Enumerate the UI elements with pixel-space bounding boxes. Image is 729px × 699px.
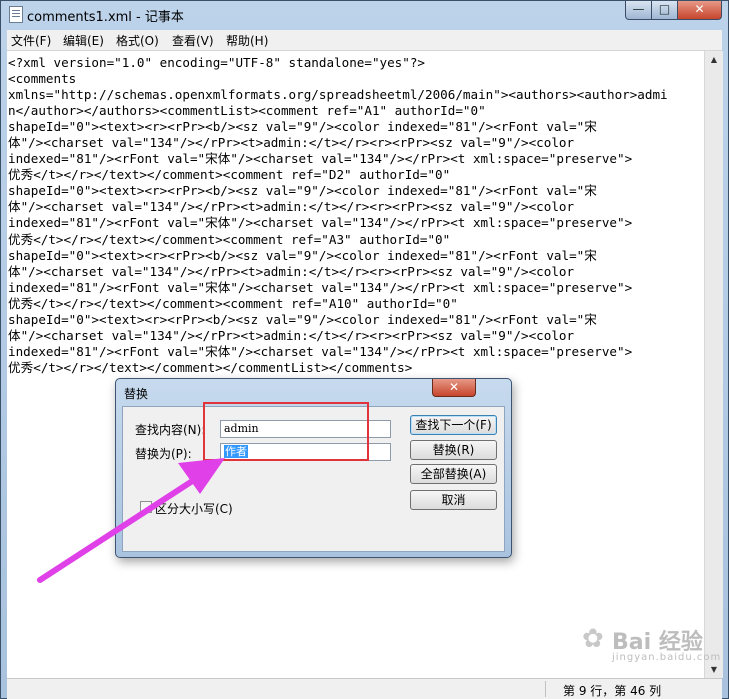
notepad-icon bbox=[9, 6, 23, 23]
minimize-button[interactable]: — bbox=[625, 1, 652, 20]
replace-all-button[interactable]: 全部替换(A) bbox=[410, 464, 497, 484]
editor-line: 优秀</t></r></text></comment><comment ref=… bbox=[8, 231, 451, 247]
text-editor[interactable]: <?xml version="1.0" encoding="UTF-8" sta… bbox=[7, 51, 704, 678]
editor-line: xmlns="http://schemas.openxmlformats.org… bbox=[8, 87, 668, 103]
editor-line: indexed="81"/><rFont val="宋体"/><charset … bbox=[8, 151, 633, 167]
find-next-button[interactable]: 查找下一个(F) bbox=[410, 415, 497, 435]
match-case-label: 区分大小写(C) bbox=[155, 502, 233, 516]
status-bar: 第 9 行，第 46 列 bbox=[7, 678, 722, 699]
editor-line: 体"/><charset val="134"/></rPr><t>admin:<… bbox=[8, 135, 575, 151]
editor-line: shapeId="0"><text><r><rPr><b/><sz val="9… bbox=[8, 183, 597, 199]
editor-line: <?xml version="1.0" encoding="UTF-8" sta… bbox=[8, 55, 426, 70]
editor-line: shapeId="0"><text><r><rPr><b/><sz val="9… bbox=[8, 311, 597, 327]
watermark-sub: jingyan.baidu.com bbox=[612, 652, 722, 663]
menu-bar: 文件(F) 编辑(E) 格式(O) 查看(V) 帮助(H) bbox=[7, 30, 722, 51]
editor-line: 优秀</t></r></text></comment></commentList… bbox=[8, 359, 413, 375]
editor-line: <comments bbox=[8, 71, 77, 87]
menu-view[interactable]: 查看(V) bbox=[172, 32, 214, 49]
menu-format[interactable]: 格式(O) bbox=[116, 32, 159, 49]
find-label: 查找内容(N): bbox=[135, 423, 206, 437]
replace-button[interactable]: 替换(R) bbox=[410, 440, 497, 460]
highlight-box bbox=[203, 402, 369, 461]
maximize-button[interactable]: □ bbox=[651, 1, 678, 20]
cancel-button[interactable]: 取消 bbox=[410, 490, 497, 510]
editor-line: 体"/><charset val="134"/></rPr><t>admin:<… bbox=[8, 327, 575, 343]
dialog-close-button[interactable]: ✕ bbox=[432, 379, 476, 397]
menu-edit[interactable]: 编辑(E) bbox=[63, 32, 104, 49]
status-divider bbox=[545, 681, 546, 697]
editor-line: 体"/><charset val="134"/></rPr><t>admin:<… bbox=[8, 263, 575, 279]
editor-line: 优秀</t></r></text></comment><comment ref=… bbox=[8, 295, 458, 311]
match-case-checkbox[interactable] bbox=[140, 501, 152, 513]
baidu-watermark: ✿ Bai 经验 jingyan.baidu.com bbox=[582, 622, 720, 670]
editor-line: shapeId="0"><text><r><rPr><b/><sz val="9… bbox=[8, 247, 597, 263]
editor-line: indexed="81"/><rFont val="宋体"/><charset … bbox=[8, 215, 633, 231]
notepad-window: comments1.xml - 记事本 — □ ✕ 文件(F) 编辑(E) 格式… bbox=[0, 0, 729, 699]
cursor-position: 第 9 行，第 46 列 bbox=[563, 684, 662, 698]
window-title: comments1.xml - 记事本 bbox=[27, 10, 184, 25]
menu-file[interactable]: 文件(F) bbox=[11, 32, 51, 49]
close-button[interactable]: ✕ bbox=[677, 1, 722, 20]
dialog-title: 替换 bbox=[124, 387, 149, 401]
editor-line: 体"/><charset val="134"/></rPr><t>admin:<… bbox=[8, 199, 575, 215]
editor-line: n</author></authors><commentList><commen… bbox=[8, 103, 486, 119]
vertical-scrollbar[interactable]: ▲ ▼ bbox=[704, 51, 723, 678]
editor-line: 优秀</t></r></text></comment><comment ref=… bbox=[8, 167, 451, 183]
editor-line: shapeId="0"><text><r><rPr><b/><sz val="9… bbox=[8, 119, 597, 135]
editor-line: indexed="81"/><rFont val="宋体"/><charset … bbox=[8, 343, 633, 359]
scroll-up-icon[interactable]: ▲ bbox=[705, 51, 723, 68]
title-bar[interactable]: comments1.xml - 记事本 bbox=[1, 1, 728, 29]
editor-line: indexed="81"/><rFont val="宋体"/><charset … bbox=[8, 279, 633, 295]
editor-content: <?xml version="1.0" encoding="UTF-8" sta… bbox=[8, 55, 702, 376]
menu-help[interactable]: 帮助(H) bbox=[226, 32, 268, 49]
replace-label: 替换为(P): bbox=[135, 447, 192, 461]
paw-icon: ✿ bbox=[582, 624, 604, 654]
